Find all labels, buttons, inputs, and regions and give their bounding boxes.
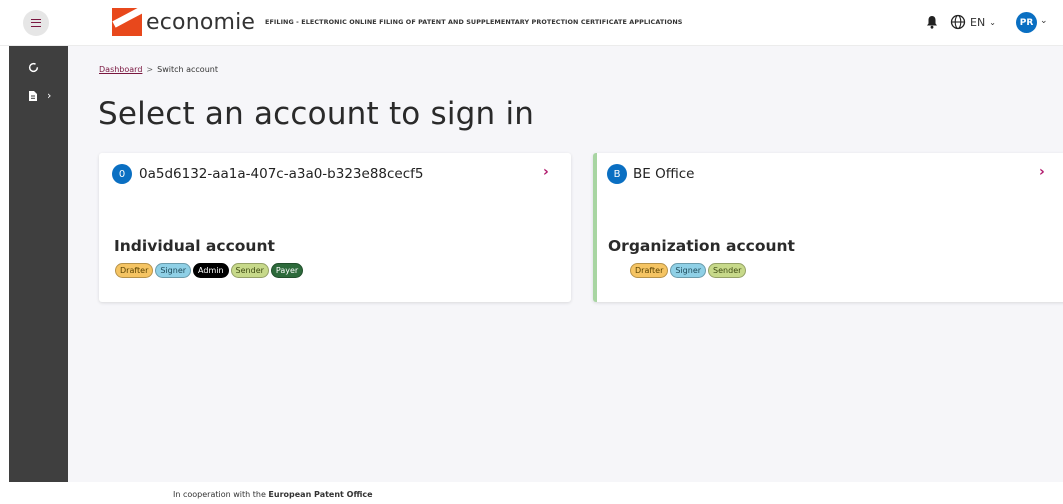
document-icon[interactable] <box>28 90 38 102</box>
chevron-right-icon[interactable]: › <box>47 89 51 102</box>
bell-icon[interactable] <box>926 15 938 29</box>
sidebar: › <box>9 46 68 482</box>
breadcrumb-dashboard-link[interactable]: Dashboard <box>99 65 142 74</box>
logo-text: economie <box>146 9 256 35</box>
role-list: Drafter Signer Admin Sender Payer <box>115 263 304 278</box>
footer-org: European Patent Office <box>268 490 373 499</box>
breadcrumb-separator: > <box>146 65 154 74</box>
account-type: Individual account <box>114 237 275 255</box>
chevron-down-icon: ⌄ <box>989 18 996 27</box>
economie-logo[interactable]: economie <box>112 8 255 36</box>
account-card-organization[interactable]: B BE Office › Organization account Draft… <box>593 153 1063 302</box>
logo-mark-icon <box>112 8 142 36</box>
breadcrumb-current: Switch account <box>157 65 218 74</box>
role-badge-admin: Admin <box>193 263 229 278</box>
account-card-individual[interactable]: 0 0a5d6132-aa1a-407c-a3a0-b323e88cecf5 ›… <box>99 153 571 302</box>
refresh-icon[interactable] <box>28 62 39 73</box>
role-badge-payer: Payer <box>270 263 304 278</box>
chevron-right-icon[interactable]: › <box>1039 164 1045 180</box>
page-title: Select an account to sign in <box>98 96 535 132</box>
main-content: Dashboard > Switch account Select an accou… <box>68 46 1063 482</box>
hamburger-icon <box>31 19 41 27</box>
account-name: 0a5d6132-aa1a-407c-a3a0-b323e88cecf5 <box>139 166 424 182</box>
app-title: EFILING - ELECTRONIC ONLINE FILING OF PA… <box>265 18 683 26</box>
account-badge: B <box>607 164 627 184</box>
language-label: EN <box>970 16 986 29</box>
role-badge-drafter: Drafter <box>630 263 669 278</box>
top-bar: economie EFILING - ELECTRONIC ONLINE FIL… <box>0 0 1063 46</box>
globe-icon[interactable] <box>950 14 966 30</box>
account-type: Organization account <box>608 237 795 255</box>
role-list: Drafter Signer Sender <box>630 263 747 278</box>
role-badge-signer: Signer <box>670 263 707 278</box>
account-name: BE Office <box>633 166 695 182</box>
footer-prefix: In cooperation with the <box>173 490 266 499</box>
chevron-down-icon[interactable]: ⌄ <box>1040 16 1048 26</box>
language-selector[interactable]: EN ⌄ <box>970 16 996 29</box>
role-badge-signer: Signer <box>155 263 192 278</box>
chevron-right-icon[interactable]: › <box>543 164 549 180</box>
user-avatar[interactable]: PR <box>1016 12 1037 33</box>
breadcrumb: Dashboard > Switch account <box>99 65 218 74</box>
menu-button[interactable] <box>23 10 49 36</box>
role-badge-sender: Sender <box>708 263 747 278</box>
footer: In cooperation with the European Patent … <box>173 490 373 499</box>
role-badge-sender: Sender <box>230 263 269 278</box>
role-badge-drafter: Drafter <box>115 263 154 278</box>
account-badge: 0 <box>112 164 132 184</box>
